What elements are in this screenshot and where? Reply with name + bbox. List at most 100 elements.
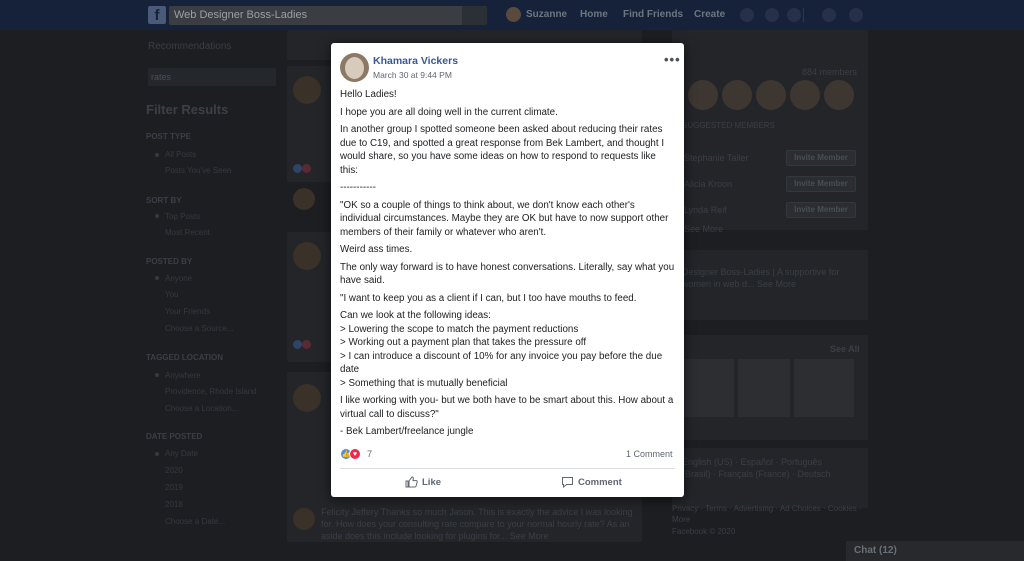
home-link[interactable]: Home (580, 9, 608, 20)
filter-option[interactable]: 2020 (165, 466, 183, 475)
invite-member-button[interactable]: Invite Member (786, 176, 856, 192)
post-body: Hello Ladies! I hope you are all doing w… (340, 88, 675, 443)
post-paragraph: - Bek Lambert/freelance jungle (340, 426, 474, 437)
members-count: 884 members (802, 67, 858, 77)
selected-option-dot (155, 276, 159, 280)
suggested-member-name[interactable]: Lynda Reif (684, 205, 727, 215)
group-search-input[interactable]: rates (148, 68, 276, 86)
post-paragraph: Weird ass times. (340, 244, 413, 255)
top-navigation-bar: f Web Designer Boss-Ladies Suzanne Home … (0, 0, 1024, 30)
photo-thumbnail[interactable] (794, 359, 854, 417)
invite-member-button[interactable]: Invite Member (786, 150, 856, 166)
chat-button[interactable]: Chat (12) (846, 541, 1024, 561)
more-options-icon[interactable]: ••• (664, 52, 681, 67)
filter-option[interactable]: Choose a Location... (165, 404, 238, 413)
selected-option-dot (155, 373, 159, 377)
avatar (293, 242, 321, 270)
filter-option[interactable]: 2018 (165, 500, 183, 509)
post-paragraph: "OK so a couple of things to think about… (340, 199, 669, 238)
see-all-link[interactable]: See All (830, 344, 860, 354)
filter-option[interactable]: Top Posts (165, 212, 200, 221)
group-description: Designer Boss-Ladies | A supportive for … (682, 267, 840, 289)
see-more-link[interactable]: See More (684, 224, 723, 234)
reaction-count: 7 (367, 449, 373, 459)
avatar[interactable] (756, 80, 786, 110)
language-card: English (US) · Español · Português (Bras… (672, 448, 868, 508)
filter-option[interactable]: Choose a Source... (165, 324, 233, 333)
like-label: Like (422, 477, 442, 488)
filter-option[interactable]: Any Date (165, 449, 198, 458)
photo-thumbnail[interactable] (738, 359, 790, 417)
photos-card: See All (672, 335, 868, 440)
friends-icon[interactable] (740, 8, 754, 22)
post-author[interactable]: Khamara Vickers (373, 55, 458, 67)
selected-option-dot (155, 214, 159, 218)
post-timestamp[interactable]: March 30 at 9:44 PM (373, 70, 452, 80)
profile-link[interactable]: Suzanne (526, 9, 567, 20)
filter-option[interactable]: Anywhere (165, 371, 201, 380)
like-reaction-icon (293, 340, 302, 349)
avatar (293, 188, 315, 210)
love-reaction-icon (302, 164, 311, 173)
avatar[interactable] (722, 80, 752, 110)
members-card: 884 members SUGGESTED MEMBERS Stephanie … (672, 30, 868, 234)
filter-option[interactable]: Choose a Date... (165, 517, 225, 526)
post-paragraph: In another group I spotted someone been … (340, 124, 665, 176)
post-paragraph: I like working with you- but we both hav… (340, 395, 674, 420)
post-paragraph: I hope you are all doing well in the cur… (340, 106, 558, 118)
avatar (293, 384, 321, 412)
avatar (293, 508, 315, 530)
filter-option[interactable]: Most Recent (165, 228, 210, 237)
avatar[interactable] (340, 53, 369, 82)
filter-option[interactable]: Providence, Rhode Island (165, 387, 257, 396)
photo-thumbnail[interactable] (682, 359, 734, 417)
love-reaction-icon (302, 340, 311, 349)
filter-option[interactable]: 2019 (165, 483, 183, 492)
recommendations-heading: Recommendations (148, 41, 232, 52)
language-links[interactable]: English (US) · Español · Português (Bras… (682, 456, 842, 480)
post-paragraph: Can we look at the following ideas: > Lo… (340, 310, 663, 389)
copyright: Facebook © 2020 (672, 527, 736, 536)
posted-by-heading: POSTED BY (146, 257, 193, 266)
find-friends-link[interactable]: Find Friends (623, 9, 683, 20)
filter-option[interactable]: You (165, 290, 179, 299)
help-icon[interactable] (822, 8, 836, 22)
create-link[interactable]: Create (694, 9, 725, 20)
search-button[interactable] (462, 6, 487, 25)
thumbs-up-icon (405, 476, 418, 488)
post-paragraph: "I want to keep you as a client if I can… (340, 292, 637, 304)
filter-option[interactable]: Your Friends (165, 307, 210, 316)
search-input[interactable]: Web Designer Boss-Ladies (169, 6, 487, 25)
avatar[interactable] (824, 80, 854, 110)
facebook-logo-icon[interactable]: f (148, 6, 166, 24)
filter-option[interactable]: Anyone (165, 274, 192, 283)
selected-option-dot (155, 153, 159, 157)
like-button[interactable]: Like (405, 474, 441, 492)
filter-option[interactable]: All Posts (165, 150, 196, 159)
notifications-icon[interactable] (787, 8, 801, 22)
filter-option[interactable]: Posts You've Seen (165, 166, 231, 175)
like-reaction-icon (293, 164, 302, 173)
description-card: Designer Boss-Ladies | A supportive for … (672, 250, 868, 320)
avatar[interactable] (506, 7, 521, 22)
comment-icon (562, 477, 573, 489)
avatar (293, 76, 321, 104)
menu-caret-icon[interactable] (849, 8, 863, 22)
comment-button[interactable]: Comment (561, 474, 622, 492)
sort-by-heading: SORT BY (146, 196, 182, 205)
post-modal: Khamara Vickers March 30 at 9:44 PM ••• … (331, 43, 684, 497)
post-type-heading: POST TYPE (146, 132, 191, 141)
suggested-member-name[interactable]: Stephanie Taller (684, 153, 748, 163)
filter-results-heading: Filter Results (146, 102, 229, 117)
post-paragraph: Hello Ladies! (340, 89, 397, 100)
avatar[interactable] (688, 80, 718, 110)
post-paragraph: ----------- (340, 182, 376, 193)
avatar[interactable] (790, 80, 820, 110)
invite-member-button[interactable]: Invite Member (786, 202, 856, 218)
comment-count-link[interactable]: 1 Comment (626, 449, 673, 459)
messenger-icon[interactable] (765, 8, 779, 22)
love-reaction-icon: ♥ (349, 448, 361, 460)
suggested-member-name[interactable]: Alicia Kroon (684, 179, 732, 189)
suggested-members-heading: SUGGESTED MEMBERS (682, 121, 775, 130)
footer-links[interactable]: Privacy · Terms · Advertising · Ad Choic… (672, 503, 868, 525)
